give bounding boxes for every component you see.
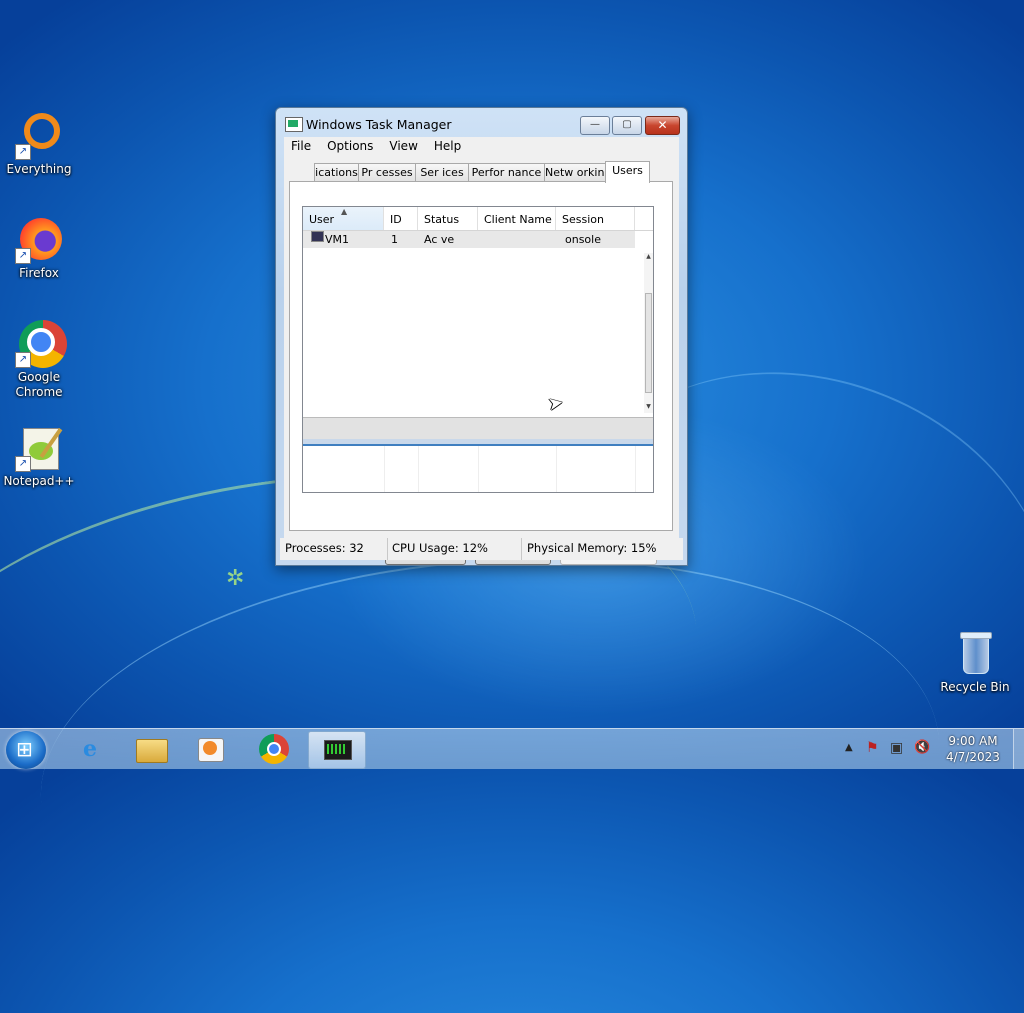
cell-id: 1 [391,233,398,246]
taskbar-internet-explorer-icon[interactable]: e [62,731,118,767]
taskbar-task-manager-icon[interactable] [308,731,366,769]
taskbar-windows-explorer-icon[interactable] [122,731,178,767]
taskbar-media-player-icon[interactable] [182,731,238,767]
shortcut-arrow-icon: ↗ [15,352,31,368]
shortcut-arrow-icon: ↗ [15,248,31,264]
taskbar-clock[interactable]: 9:00 AM 4/7/2023 [938,733,1008,765]
column-header-status[interactable]: Status [418,207,478,230]
volume-muted-icon[interactable]: 🔇 [914,740,930,755]
cell-status: Ac ve [424,233,455,246]
status-cpu-usage: CPU Usage: 12% [388,538,522,560]
scrollbar-thumb[interactable] [645,293,652,393]
desktop-icon-notepad-plus-plus[interactable]: ↗ Notepad++ [1,424,77,489]
everything-icon: ↗ [15,112,63,160]
scroll-up-icon[interactable]: ▲ [644,253,653,263]
tab-processes[interactable]: Pr cesses [358,163,416,182]
maximize-button[interactable]: ▢ [612,116,642,135]
client-area: ications Pr cesses Ser ices Perfor nance… [284,158,679,565]
window-title: Windows Task Manager [306,117,452,132]
wallpaper-leaf-icon: ✲ [226,566,245,591]
users-list-header: ▲ User ID Status Client Name Session [303,207,653,231]
tab-users[interactable]: Users [605,161,650,183]
status-physical-memory: Physical Memory: 15% [527,541,657,555]
tab-applications[interactable]: ications [314,163,359,182]
scroll-down-icon[interactable]: ▼ [644,403,653,413]
list-lower-columns [303,446,653,492]
wallpaper-swoosh [26,529,954,1013]
vertical-scrollbar[interactable]: ▲ ▼ [644,253,653,413]
desktop-icon-label: Recycle Bin [940,680,1010,694]
tray-overflow-icon[interactable]: ▲ [845,742,853,753]
title-bar[interactable]: Windows Task Manager — ▢ ✕ [276,108,687,138]
clock-time: 9:00 AM [948,734,998,748]
menu-help[interactable]: Help [426,137,469,153]
desktop-icon-recycle-bin[interactable]: Recycle Bin [937,630,1013,695]
chrome-icon: ↗ [15,320,67,368]
status-bar: Processes: 32 CPU Usage: 12% Physical Me… [280,538,683,560]
action-center-flag-icon[interactable]: ⚑ [866,740,879,756]
desktop-icon-label: Notepad++ [3,474,75,488]
tab-strip: ications Pr cesses Ser ices Perfor nance… [284,158,679,183]
desktop-icon-everything[interactable]: ↗ Everything [1,112,77,177]
taskbar: e ▲ ⚑ ▣ 🔇 9:00 AM 4/7/2023 [0,728,1024,769]
desktop-icon-label: Firefox [19,266,59,280]
status-processes: Processes: 32 [280,538,388,560]
table-row[interactable]: VM1 1 Ac ve onsole [303,231,635,248]
tab-performance[interactable]: Perfor nance [468,163,545,182]
recycle-bin-icon [951,630,999,678]
user-icon [311,231,324,242]
column-header-id[interactable]: ID [384,207,418,230]
firefox-icon: ↗ [15,216,63,264]
show-desktop-button[interactable] [1013,729,1024,769]
menu-file[interactable]: File [284,137,319,153]
taskbar-chrome-icon[interactable] [246,731,302,767]
start-button[interactable] [6,731,46,769]
desktop-icon-firefox[interactable]: ↗ Firefox [1,216,77,281]
shortcut-arrow-icon: ↗ [15,456,31,472]
task-manager-app-icon [285,117,303,132]
close-button[interactable]: ✕ [645,116,680,135]
tab-services[interactable]: Ser ices [415,163,469,182]
sort-ascending-icon: ▲ [341,207,348,216]
desktop-icon-label: Everything [6,162,72,176]
users-tab-pane: ▲ User ID Status Client Name Session VM1… [289,181,673,531]
tab-networking[interactable]: Netw orking [544,163,606,182]
menu-options[interactable]: Options [319,137,381,153]
task-manager-window[interactable]: Windows Task Manager — ▢ ✕ File Options Vi… [275,107,688,566]
column-header-session[interactable]: Session [556,207,635,230]
cell-user: VM1 [325,233,350,246]
network-icon[interactable]: ▣ [890,740,903,756]
minimize-button[interactable]: — [580,116,610,135]
notepad-plus-plus-icon: ↗ [15,424,63,472]
list-selection-bar [303,439,653,446]
users-list[interactable]: ▲ User ID Status Client Name Session VM1… [302,206,654,493]
desktop-icon-google-chrome[interactable]: ↗ Google Chrome [1,320,77,400]
desktop-icon-label: Google Chrome [15,370,63,399]
list-divider-band [303,417,653,440]
column-header-user[interactable]: ▲ User [303,207,384,230]
column-header-client-name[interactable]: Client Name [478,207,556,230]
shortcut-arrow-icon: ↗ [15,144,31,160]
cell-session: onsole [565,233,601,246]
menu-view[interactable]: View [381,137,425,153]
clock-date: 4/7/2023 [946,750,1000,764]
menu-bar: File Options View Help [284,137,679,158]
